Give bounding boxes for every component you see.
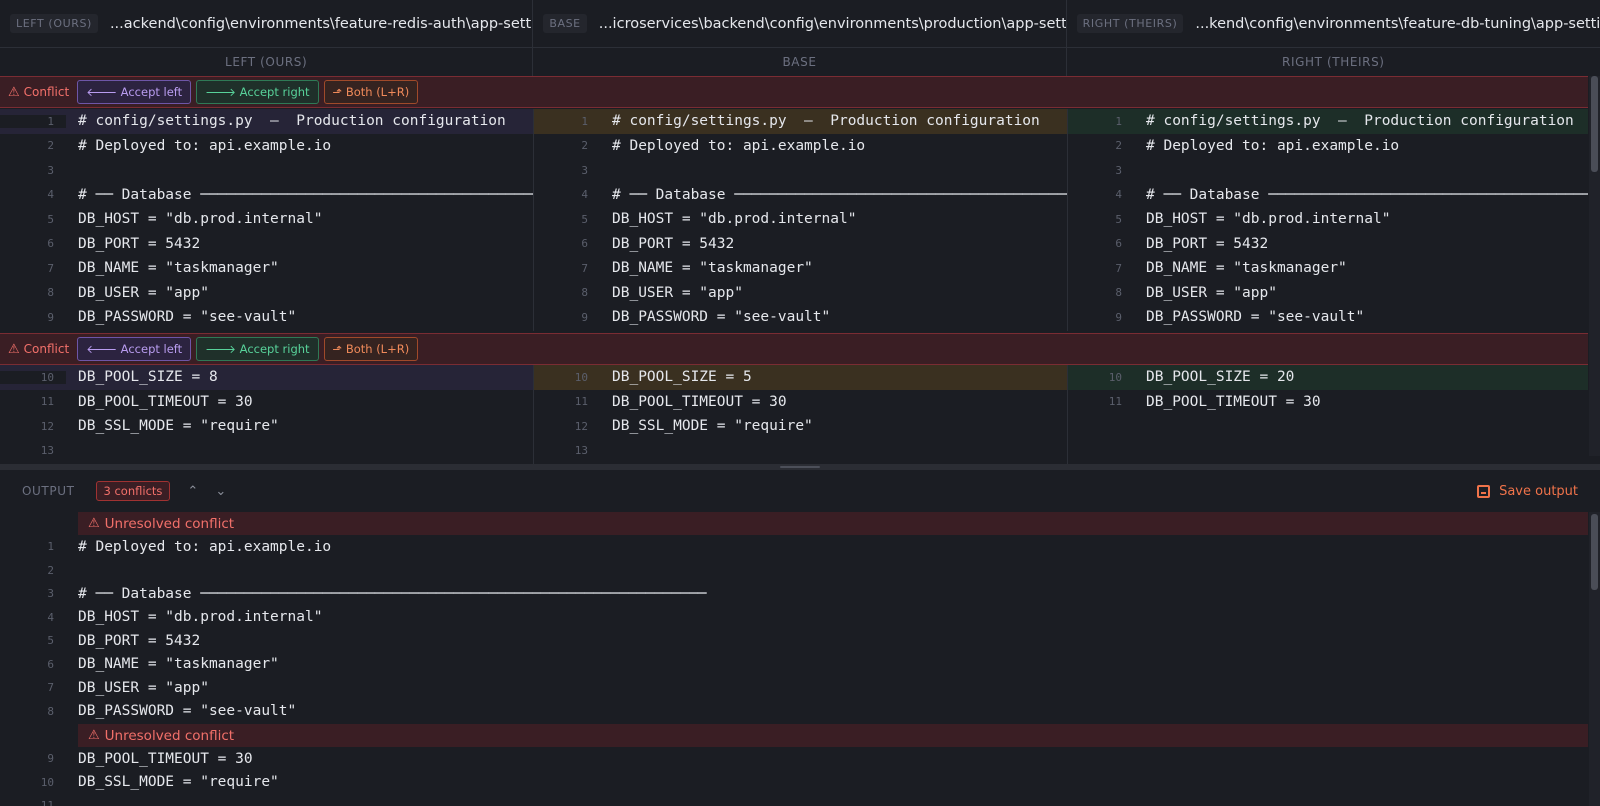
unresolved-conflict-marker[interactable]: ⚠ Unresolved conflict	[78, 512, 1588, 535]
conflict-bar-2: ⚠ Conflict 🡐 Accept left 🡒 Accept right ⬏…	[0, 333, 1588, 365]
code-line: 8 DB_USER = "app"	[47, 284, 209, 301]
unresolved-conflict-marker[interactable]: ⚠ Unresolved conflict	[78, 724, 1588, 747]
code-line: 6 DB_PORT = 5432	[47, 235, 201, 252]
code-line: 1 # Deployed to: api.example.io	[47, 538, 332, 555]
code-line: 5 DB_HOST = "db.prod.internal"	[1115, 211, 1391, 228]
warning-icon: ⚠	[88, 516, 100, 531]
code-line: 11	[40, 799, 54, 806]
accept-left-button[interactable]: 🡐 Accept left	[77, 80, 192, 104]
code-line: 3	[1115, 163, 1122, 177]
path-text-right: ...kend\config\environments\feature-db-t…	[1195, 15, 1600, 32]
code-line: 10 DB_POOL_SIZE = 20	[1068, 365, 1588, 390]
code-line: 10 DB_SSL_MODE = "require"	[40, 774, 279, 791]
right-pane-top[interactable]: 1 # config/settings.py – Production confi…	[1068, 109, 1588, 331]
code-line: 1 # config/settings.py – Production confi…	[534, 109, 1067, 134]
code-line: 7 DB_NAME = "taskmanager"	[581, 260, 813, 277]
accept-right-button[interactable]: 🡒 Accept right	[196, 337, 319, 361]
code-line: 6 DB_PORT = 5432	[1115, 235, 1269, 252]
code-line: 5 DB_HOST = "db.prod.internal"	[581, 211, 857, 228]
code-line: 6 DB_PORT = 5432	[581, 235, 735, 252]
code-line: 10 DB_POOL_SIZE = 8	[0, 365, 533, 390]
code-line: 3	[581, 163, 588, 177]
code-line: 9 DB_PASSWORD = "see-vault"	[47, 309, 297, 326]
warning-icon: ⚠	[8, 341, 20, 357]
conflict-label: ⚠ Conflict	[8, 341, 70, 357]
column-header-left: LEFT (OURS)	[0, 48, 534, 76]
output-scrollbar[interactable]	[1589, 512, 1600, 806]
code-line: 3	[47, 163, 54, 177]
code-line: 11 DB_POOL_TIMEOUT = 30	[1108, 393, 1321, 410]
code-line: 11 DB_POOL_TIMEOUT = 30	[574, 393, 787, 410]
scrollbar-thumb[interactable]	[1591, 76, 1598, 172]
output-header: OUTPUT 3 conflicts ⌃ ⌄ Save output	[0, 470, 1600, 512]
code-line: 4 # ── Database ─────────────────────────…	[1115, 186, 1588, 203]
right-pane-bottom[interactable]: 10 DB_POOL_SIZE = 20 11 DB_POOL_TIMEOUT = …	[1068, 365, 1588, 464]
code-line: 8 DB_USER = "app"	[1115, 284, 1277, 301]
path-tag-base: BASE	[543, 14, 587, 33]
diff-scrollbar[interactable]	[1589, 76, 1600, 456]
accept-right-button[interactable]: 🡒 Accept right	[196, 80, 319, 104]
output-editor-top[interactable]: 1 # Deployed to: api.example.io 2 3 # ── D…	[0, 535, 1588, 723]
code-line: 6 DB_NAME = "taskmanager"	[47, 656, 279, 673]
code-line: 1 # config/settings.py – Production confi…	[0, 109, 533, 134]
chevron-up-icon[interactable]: ⌃	[187, 484, 198, 499]
path-text-left: ...ackend\config\environments\feature-re…	[109, 15, 532, 32]
path-tag-left: LEFT (OURS)	[10, 14, 98, 33]
code-line: 2 # Deployed to: api.example.io	[1115, 137, 1400, 154]
path-tag-right: RIGHT (THEIRS)	[1076, 14, 1184, 33]
save-icon	[1477, 484, 1491, 498]
code-line: 9 DB_PASSWORD = "see-vault"	[1115, 309, 1365, 326]
code-line: 7 DB_NAME = "taskmanager"	[1115, 260, 1347, 277]
code-line: 12 DB_SSL_MODE = "require"	[40, 418, 279, 435]
code-line: 2	[47, 563, 54, 577]
code-line: 12 DB_SSL_MODE = "require"	[574, 418, 813, 435]
path-base: BASE ...icroservices\backend\config\envi…	[533, 0, 1067, 47]
left-pane-bottom[interactable]: 10 DB_POOL_SIZE = 8 11 DB_POOL_TIMEOUT = 3…	[0, 365, 534, 464]
code-line: 8 DB_USER = "app"	[581, 284, 743, 301]
accept-left-button[interactable]: 🡐 Accept left	[77, 337, 192, 361]
conflict-label: ⚠ Conflict	[8, 84, 70, 100]
accept-both-button[interactable]: ⬏ Both (L+R)	[323, 80, 419, 104]
drag-handle-icon[interactable]	[780, 466, 820, 468]
path-left: LEFT (OURS) ...ackend\config\environment…	[0, 0, 534, 47]
code-line: 4 # ── Database ─────────────────────────…	[581, 186, 1067, 203]
warning-icon: ⚠	[8, 84, 20, 100]
column-headers: LEFT (OURS) BASE RIGHT (THEIRS)	[0, 48, 1600, 76]
code-line: 4 DB_HOST = "db.prod.internal"	[47, 609, 323, 626]
left-pane-top[interactable]: 1 # config/settings.py – Production confi…	[0, 109, 534, 331]
code-line: 11 DB_POOL_TIMEOUT = 30	[40, 393, 253, 410]
code-line: 7 DB_USER = "app"	[47, 679, 209, 696]
code-line: 9 DB_POOL_TIMEOUT = 30	[47, 750, 253, 767]
base-pane-top[interactable]: 1 # config/settings.py – Production confi…	[534, 109, 1068, 331]
conflict-bar-1: ⚠ Conflict 🡐 Accept left 🡒 Accept right ⬏…	[0, 76, 1588, 108]
conflict-count-badge: 3 conflicts	[95, 481, 171, 501]
code-line: 5 DB_PORT = 5432	[47, 632, 201, 649]
code-line: 10 DB_POOL_SIZE = 5	[534, 365, 1067, 390]
save-output-button[interactable]: Save output	[1477, 484, 1578, 499]
output-editor-bottom[interactable]: 9 DB_POOL_TIMEOUT = 30 10 DB_SSL_MODE = "r…	[0, 747, 1588, 806]
path-text-base: ...icroservices\backend\config\environme…	[598, 15, 1066, 32]
code-line: 3 # ── Database ─────────────────────────…	[47, 585, 707, 602]
column-header-base: BASE	[533, 48, 1067, 76]
code-line: 13	[40, 444, 54, 458]
code-line: 5 DB_HOST = "db.prod.internal"	[47, 211, 323, 228]
code-line: 4 # ── Database ─────────────────────────…	[47, 186, 533, 203]
chevron-down-icon[interactable]: ⌄	[215, 484, 226, 499]
code-line: 2 # Deployed to: api.example.io	[581, 137, 866, 154]
path-right: RIGHT (THEIRS) ...kend\config\environmen…	[1067, 0, 1600, 47]
code-line: 9 DB_PASSWORD = "see-vault"	[581, 309, 831, 326]
code-line: 13	[574, 444, 588, 458]
code-line: 2 # Deployed to: api.example.io	[47, 137, 332, 154]
warning-icon: ⚠	[88, 728, 100, 743]
base-pane-bottom[interactable]: 10 DB_POOL_SIZE = 5 11 DB_POOL_TIMEOUT = 3…	[534, 365, 1068, 464]
accept-both-button[interactable]: ⬏ Both (L+R)	[323, 337, 419, 361]
code-line: 7 DB_NAME = "taskmanager"	[47, 260, 279, 277]
file-path-bar: LEFT (OURS) ...ackend\config\environment…	[0, 0, 1600, 48]
scrollbar-thumb[interactable]	[1591, 514, 1598, 590]
code-line: 1 # config/settings.py – Production confi…	[1068, 109, 1588, 134]
column-header-right: RIGHT (THEIRS)	[1282, 55, 1385, 69]
output-label: OUTPUT	[22, 484, 75, 498]
code-line: 8 DB_PASSWORD = "see-vault"	[47, 703, 297, 720]
